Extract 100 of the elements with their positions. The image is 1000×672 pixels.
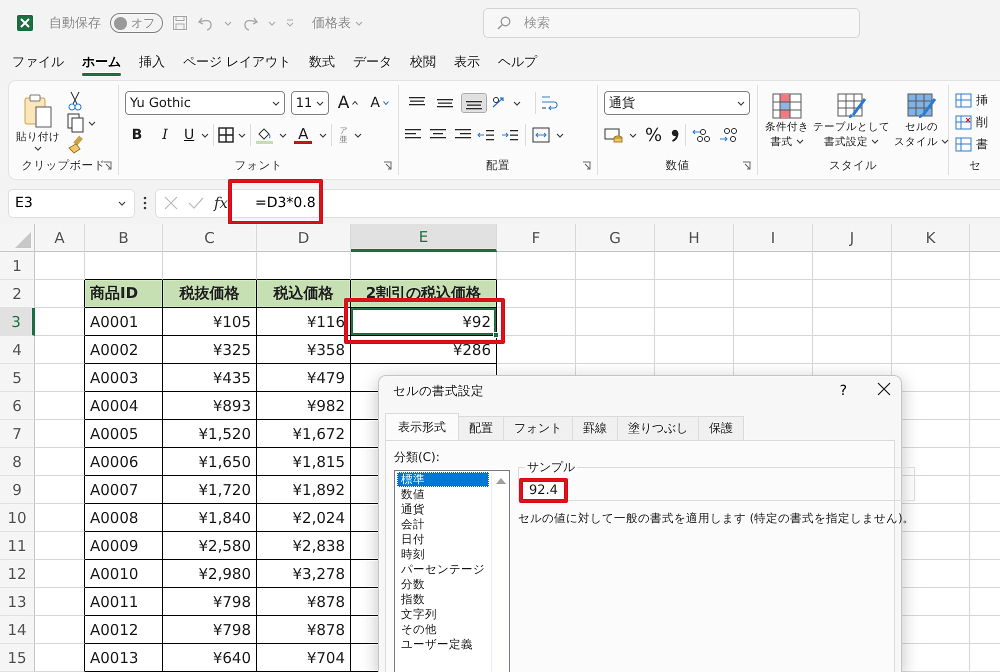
paste-button[interactable]: 貼り付け [15,91,61,157]
style-gallery-button[interactable]: テーブルとして 書式設定 [812,91,891,157]
column-header[interactable]: G [576,224,655,252]
cells-command-button[interactable]: 削 [955,113,1000,132]
cells-command-button[interactable]: 挿 [955,91,1000,110]
menu-tab[interactable]: ファイル [4,49,72,76]
row-header[interactable]: 2 [0,280,35,308]
dialog-tab[interactable]: 罫線 [572,416,618,440]
dialog-launcher-icon[interactable] [742,161,751,170]
category-item[interactable]: 指数 [397,592,489,607]
fill-handle[interactable] [493,332,499,338]
column-header[interactable]: B [85,224,163,252]
column-header[interactable]: I [734,224,813,252]
dialog-tab[interactable]: 塗りつぶし [617,416,699,440]
decrease-indent-icon[interactable] [477,128,495,142]
comma-style-icon[interactable] [670,127,680,143]
menu-tab[interactable]: 挿入 [131,49,173,76]
increase-indent-icon[interactable] [501,128,519,142]
menu-tab[interactable]: 表示 [446,49,488,76]
menu-tab[interactable]: データ [345,49,400,76]
search-field[interactable]: 検索 [483,8,860,38]
row-header[interactable]: 12 [0,560,35,588]
row-header[interactable]: 1 [0,252,35,280]
italic-button[interactable]: I [153,125,177,145]
font-name-dropdown[interactable]: Yu Gothic [125,91,285,115]
table-cell: ¥878 [257,616,351,644]
column-header[interactable]: E [351,224,497,252]
accounting-format-icon[interactable] [604,127,624,143]
number-format-dropdown[interactable]: 通貨 [604,91,750,115]
increase-font-size-button[interactable]: A [334,91,362,115]
column-header[interactable]: H [655,224,734,252]
column-header[interactable]: J [813,224,892,252]
row-header[interactable]: 11 [0,532,35,560]
close-icon [877,382,891,396]
category-item[interactable]: パーセンテージ [397,562,489,577]
category-item[interactable]: 文字列 [397,607,489,622]
cells-command-button[interactable]: 書 [955,135,1000,154]
dialog-launcher-icon[interactable] [103,161,112,170]
copy-icon[interactable] [67,113,85,133]
caret-icon [737,100,745,106]
row-header[interactable]: 15 [0,644,35,672]
column-header[interactable]: F [497,224,576,252]
bold-button[interactable]: B [125,125,149,145]
fill-color-icon[interactable] [255,126,276,144]
dialog-tab[interactable]: 表示形式 [385,413,459,440]
column-header[interactable]: A [35,224,85,252]
category-item[interactable]: 時刻 [397,547,489,562]
menu-tab[interactable]: ヘルプ [490,49,546,76]
column-header[interactable]: C [163,224,257,252]
name-box[interactable]: E3 [8,188,135,218]
column-header[interactable]: K [892,224,970,252]
dialog-tab[interactable]: フォント [503,416,573,440]
category-item[interactable]: 会計 [397,517,489,532]
row-header[interactable]: 7 [0,420,35,448]
phonetic-guide-button[interactable]: ア 亜 [336,124,350,146]
dialog-launcher-icon[interactable] [582,161,591,170]
dialog-launcher-icon[interactable] [383,161,392,170]
category-item[interactable]: その他 [397,622,489,637]
row-header[interactable]: 9 [0,476,35,504]
scroll-up-icon[interactable] [496,477,506,484]
category-item[interactable]: 数値 [397,487,489,502]
category-listbox[interactable]: 標準 数値 通貨 会計 日付 時刻 パーセンテージ 分数 指数 文字列 その他 ユーザー定義 [394,470,510,672]
category-item[interactable]: 日付 [397,532,489,547]
category-item[interactable]: 通貨 [397,502,489,517]
menu-tab[interactable]: ホーム [74,49,129,76]
dialog-tab[interactable]: 保護 [698,416,744,440]
row-header[interactable]: 4 [0,336,35,364]
dialog-tab[interactable]: 配置 [458,416,504,440]
wrap-text-icon[interactable] [540,94,558,112]
underline-button[interactable]: U [181,125,198,145]
row-header[interactable]: 5 [0,364,35,392]
more-options-icon[interactable] [143,196,147,210]
style-gallery-button[interactable]: 条件付き 書式 [764,91,810,157]
row-header[interactable]: 6 [0,392,35,420]
decrease-font-size-button[interactable]: A [367,93,392,113]
menu-tab[interactable]: 校閲 [402,49,444,76]
column-header[interactable]: D [257,224,351,252]
table-cell: ¥286 [351,336,497,364]
style-gallery-button[interactable]: セルの スタイル [893,91,950,157]
row-header[interactable]: 10 [0,504,35,532]
vertical-align-button[interactable] [461,93,487,113]
font-size-dropdown[interactable]: 11 [290,91,329,115]
menu-tab[interactable]: 数式 [301,49,344,76]
merge-cells-icon[interactable] [532,127,550,143]
percent-style-button[interactable]: % [642,122,666,148]
font-color-button[interactable]: A [291,126,316,144]
category-item[interactable]: 標準 [397,472,489,487]
row-header[interactable]: 14 [0,616,35,644]
row-header[interactable]: 3 [0,308,35,336]
category-item[interactable]: 分数 [397,577,489,592]
help-button[interactable]: ? [830,381,857,401]
table-cell: ¥435 [163,364,257,392]
menu-tab[interactable]: ページ レイアウト [175,49,300,76]
category-item[interactable]: ユーザー定義 [397,637,489,652]
row-header[interactable]: 13 [0,588,35,616]
borders-icon[interactable] [218,127,234,143]
scissors-icon[interactable] [67,91,83,111]
table-cell: A0008 [85,504,163,532]
row-header[interactable]: 8 [0,448,35,476]
table-cell: ¥358 [257,336,351,364]
